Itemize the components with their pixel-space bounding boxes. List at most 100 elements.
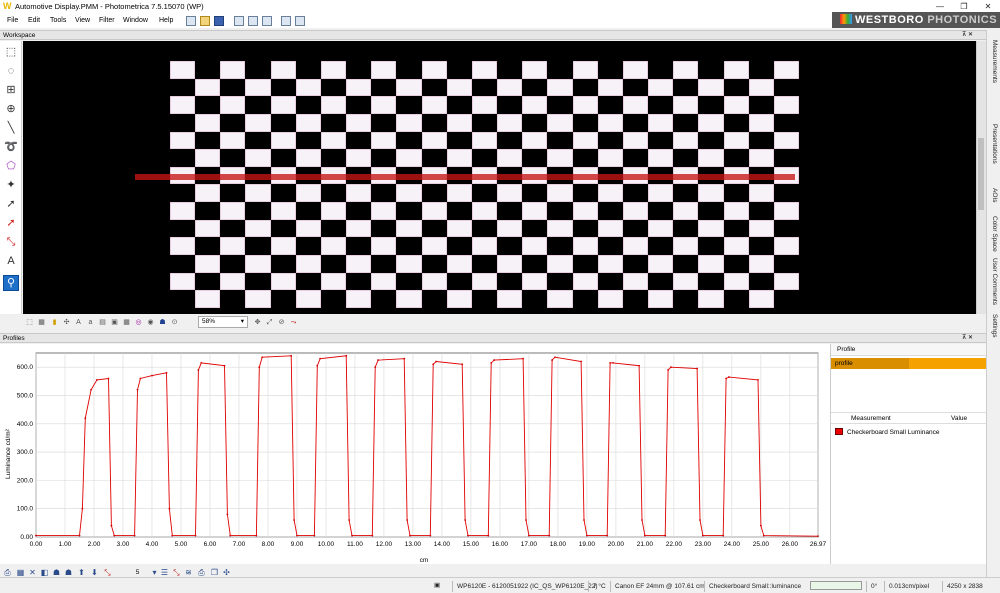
crosshair-icon[interactable]: ✣ bbox=[62, 318, 71, 327]
export-chart-icon[interactable]: ⎙ bbox=[3, 568, 12, 577]
menu-file[interactable]: File bbox=[7, 17, 18, 24]
frame-icon[interactable]: ▣ bbox=[110, 318, 119, 327]
zoom-tool-icon[interactable]: ⚲ bbox=[3, 275, 19, 291]
x-tick-label: 16.00 bbox=[492, 541, 509, 548]
arrow-up-icon[interactable]: ⬆ bbox=[77, 568, 86, 577]
people-icon[interactable]: ☗ bbox=[158, 318, 167, 327]
luminance-profile-chart: 0.00 100.0 200.0 300.0 400.0 500.0 600.0 0.00 1… bbox=[5, 352, 827, 564]
menu-edit[interactable]: Edit bbox=[28, 17, 40, 24]
profile-chart-panel[interactable]: 0.00 100.0 200.0 300.0 400.0 500.0 600.0 0.00 1… bbox=[0, 344, 830, 564]
camera-icon[interactable] bbox=[248, 16, 258, 26]
stats-icon[interactable]: ◧ bbox=[40, 568, 49, 577]
arrow-down-icon[interactable]: ⬇ bbox=[90, 568, 99, 577]
wave-icon[interactable]: ≋ bbox=[184, 568, 193, 577]
checker-cell bbox=[371, 96, 397, 114]
rectangle-select-icon[interactable]: ⬚ bbox=[3, 44, 19, 60]
car-icon[interactable] bbox=[262, 16, 272, 26]
palette-icon[interactable]: ▮ bbox=[50, 318, 59, 327]
checker-cell bbox=[547, 113, 573, 132]
people-a-icon[interactable]: ☗ bbox=[52, 568, 61, 577]
chevron-down-icon[interactable]: ▾ bbox=[150, 568, 159, 577]
tab-aois[interactable]: AOIs bbox=[988, 188, 1000, 202]
delete-icon[interactable]: ✕ bbox=[28, 568, 37, 577]
profile-tool-icon[interactable]: ⤳ bbox=[289, 318, 298, 327]
pointer-move-icon[interactable]: ➚ bbox=[3, 196, 19, 212]
image-canvas[interactable] bbox=[23, 41, 976, 314]
pointer-add-icon[interactable]: ➚ bbox=[3, 215, 19, 231]
x-tick-label: 15.00 bbox=[463, 541, 480, 548]
export-icon[interactable] bbox=[295, 16, 305, 26]
crosshair-icon[interactable]: ✣ bbox=[222, 568, 231, 577]
checker-cell bbox=[749, 61, 774, 79]
lines-icon[interactable]: ☰ bbox=[160, 568, 169, 577]
profile-line[interactable] bbox=[135, 174, 795, 180]
no-symbol-icon[interactable]: ⊘ bbox=[277, 318, 286, 327]
text-a-icon[interactable]: A bbox=[74, 318, 83, 327]
checker-cell bbox=[321, 79, 346, 97]
checker-cell bbox=[321, 114, 346, 132]
tab-presentations[interactable]: Presentations bbox=[988, 124, 1000, 164]
checker-cell bbox=[472, 290, 497, 308]
checker-cell bbox=[220, 220, 245, 238]
capture-icon[interactable] bbox=[234, 16, 244, 26]
smoothing-count[interactable]: 5 bbox=[133, 568, 142, 577]
checker-cell bbox=[321, 255, 346, 273]
text-small-icon[interactable]: a bbox=[86, 318, 95, 327]
line-tool-icon[interactable]: ╲ bbox=[3, 120, 19, 136]
profiles-pin-close-icon[interactable]: ⊼ ✕ bbox=[962, 334, 973, 343]
measurement-legend-row[interactable]: Checkerboard Small Luminance bbox=[835, 428, 940, 437]
x-tick-label: 11.00 bbox=[347, 541, 363, 548]
magic-wand-icon[interactable]: ✦ bbox=[3, 177, 19, 193]
image-icon[interactable] bbox=[281, 16, 291, 26]
table-view-icon[interactable]: ▦ bbox=[16, 568, 25, 577]
checker-cell bbox=[698, 78, 724, 97]
checker-cell bbox=[622, 61, 649, 79]
save-icon[interactable] bbox=[214, 16, 224, 26]
text-tool-icon[interactable]: A bbox=[3, 253, 19, 269]
pan-icon[interactable]: ✥ bbox=[253, 318, 262, 327]
x-tick-label: 4.00 bbox=[146, 541, 159, 548]
checker-cell bbox=[220, 290, 245, 308]
tab-user-comments[interactable]: User Comments bbox=[988, 258, 1000, 305]
line-width-icon[interactable]: ⤡ bbox=[103, 568, 112, 577]
crosshair-rect-icon[interactable]: ⊞ bbox=[3, 82, 19, 98]
open-folder-icon[interactable] bbox=[200, 16, 210, 26]
copy-icon[interactable]: ❐ bbox=[210, 568, 219, 577]
lasso-icon[interactable]: ➰ bbox=[3, 139, 19, 155]
workspace-pin-close-icon[interactable]: ⊼ ✕ bbox=[962, 31, 973, 40]
fit-window-icon[interactable]: ⤢ bbox=[265, 318, 274, 327]
y-tick-label: 400.0 bbox=[17, 421, 34, 428]
x-tick-label: 23.00 bbox=[695, 541, 712, 548]
tab-settings[interactable]: Settings bbox=[988, 314, 1000, 338]
print-icon[interactable]: ⎙ bbox=[197, 568, 206, 577]
polygon-icon[interactable]: ⬠ bbox=[3, 158, 19, 174]
grid-icon[interactable]: ▦ bbox=[37, 318, 46, 327]
zoom-select[interactable]: 58% ▾ bbox=[198, 316, 248, 328]
new-file-icon[interactable] bbox=[186, 16, 196, 26]
fit-icon[interactable]: ⤡ bbox=[172, 568, 181, 577]
people-b-icon[interactable]: ☗ bbox=[64, 568, 73, 577]
checker-cell bbox=[598, 273, 623, 291]
select-all-icon[interactable]: ⬚ bbox=[25, 318, 34, 327]
checker-cell bbox=[597, 78, 623, 97]
menu-help[interactable]: Help bbox=[159, 17, 173, 24]
workspace-scroll-thumb[interactable] bbox=[978, 138, 984, 210]
table-icon[interactable]: ▦ bbox=[122, 318, 131, 327]
menu-tools[interactable]: Tools bbox=[50, 17, 66, 24]
tab-color-space[interactable]: Color Space bbox=[988, 216, 1000, 252]
color-wheel-icon[interactable]: ◎ bbox=[134, 318, 143, 327]
zoom-fit-icon[interactable]: ⊙ bbox=[170, 318, 179, 327]
menu-filter[interactable]: Filter bbox=[99, 17, 115, 24]
profile-row-cell[interactable]: profile bbox=[831, 358, 909, 369]
x-tick-label: 20.00 bbox=[608, 541, 625, 548]
tab-measurements[interactable]: Measurements bbox=[988, 40, 1000, 83]
measure-line-icon[interactable]: ⤡ bbox=[3, 234, 19, 250]
checker-cell bbox=[547, 132, 572, 150]
ellipse-select-icon[interactable]: ◌ bbox=[3, 63, 19, 79]
spot-icon[interactable]: ◉ bbox=[146, 318, 155, 327]
menu-view[interactable]: View bbox=[75, 17, 90, 24]
checker-cell bbox=[447, 96, 472, 114]
menu-window[interactable]: Window bbox=[123, 17, 148, 24]
layout-icon[interactable]: ▤ bbox=[98, 318, 107, 327]
crosshair-circle-icon[interactable]: ⊕ bbox=[3, 101, 19, 117]
